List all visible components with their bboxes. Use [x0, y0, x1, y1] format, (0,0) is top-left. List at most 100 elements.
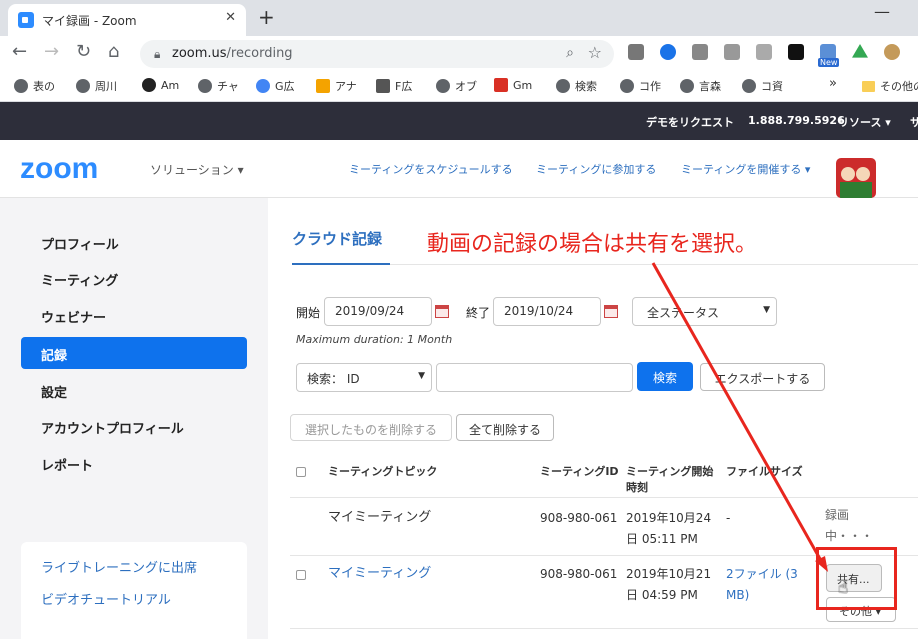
globe-icon	[76, 79, 90, 93]
sidebar-item-recordings[interactable]: 記録	[21, 337, 247, 369]
status-select[interactable]: 全ステータス ▼	[632, 297, 777, 326]
host-meeting-menu[interactable]: ミーティングを開催する ▾	[681, 161, 810, 177]
export-button[interactable]: エクスポートする	[700, 363, 825, 391]
extension-drive-icon[interactable]	[628, 44, 644, 60]
bookmark-item[interactable]: 周川	[76, 78, 117, 94]
home-icon[interactable]: ⌂	[108, 42, 119, 62]
bookmark-item[interactable]: 表の	[14, 78, 55, 94]
globe-icon	[14, 79, 28, 93]
bookmark-item[interactable]: Am	[142, 78, 179, 92]
extension-code-icon[interactable]	[756, 44, 772, 60]
zoom-header: zoom ソリューション ▾ ミーティングをスケジュールする ミーティングに参加…	[0, 140, 918, 198]
bookmarks-more-button[interactable]: »	[829, 76, 837, 91]
browser-tab[interactable]: マイ録画 - Zoom ✕	[8, 4, 246, 36]
globe-icon	[620, 79, 634, 93]
other-bookmarks-folder[interactable]: その他の	[862, 78, 918, 94]
chevron-down-icon: ▼	[418, 371, 425, 381]
back-icon[interactable]: ←	[12, 42, 27, 62]
lock-icon: 🔒︎	[154, 47, 161, 61]
bookmark-item[interactable]: F広	[376, 78, 412, 94]
bookmark-star-icon[interactable]: ☆	[588, 43, 602, 62]
bookmark-item[interactable]: チャ	[198, 78, 239, 94]
extension-blue-circle-icon[interactable]	[660, 44, 676, 60]
select-all-checkbox[interactable]	[296, 467, 306, 477]
browser-tabstrip: マイ録画 - Zoom ✕ + —	[0, 0, 918, 36]
search-button[interactable]: 検索	[637, 362, 693, 391]
row-file-size: -	[726, 511, 731, 525]
bookmark-item[interactable]: 検索	[556, 78, 597, 94]
calendar-icon[interactable]	[604, 305, 618, 318]
bookmarks-bar: 表の 周川 Am チャ G広 アナ F広 オブ Gm 検索 コ作 言森 コ資 »…	[0, 70, 918, 102]
extension-cookie-icon[interactable]	[884, 44, 900, 60]
sidebar-item-settings[interactable]: 設定	[21, 374, 247, 406]
join-meeting-link[interactable]: ミーティングに参加する	[536, 161, 656, 177]
bookmark-item[interactable]: コ資	[742, 78, 783, 94]
table-divider	[290, 497, 918, 498]
tab-divider	[390, 264, 918, 265]
search-type-select[interactable]: 検索： ID ▼	[296, 363, 432, 392]
avatar-face-left	[841, 167, 855, 181]
new-tab-button[interactable]: +	[258, 6, 275, 28]
row-topic-link[interactable]: マイミーティング	[328, 563, 431, 584]
delete-all-button[interactable]: 全て削除する	[456, 414, 554, 441]
row-meeting-id: 908-980-061	[540, 511, 618, 525]
minimize-window-button[interactable]: —	[874, 2, 890, 21]
start-date-field[interactable]: 2019/09/24	[324, 297, 432, 326]
annotation-text: 動画の記録の場合は共有を選択。	[427, 232, 758, 257]
zoom-magnifier-icon[interactable]: ⌕	[566, 45, 574, 61]
live-training-link[interactable]: ライブトレーニングに出席	[41, 557, 197, 576]
extension-page-icon[interactable]	[724, 44, 740, 60]
sidebar-item-account-profile[interactable]: アカウントプロフィール	[21, 410, 247, 442]
bookmark-item[interactable]: 言森	[680, 78, 721, 94]
request-demo-link[interactable]: デモをリクエスト	[646, 114, 734, 130]
extension-play-icon[interactable]	[788, 44, 804, 60]
reload-icon[interactable]: ↻	[76, 42, 91, 62]
bookmark-item[interactable]: アナ	[316, 78, 357, 94]
tab-underline	[292, 263, 390, 265]
sidebar-item-profile[interactable]: プロフィール	[21, 226, 247, 258]
solutions-menu[interactable]: ソリューション ▾	[150, 161, 244, 178]
bookmark-item[interactable]: オブ	[436, 78, 477, 94]
sidebar-item-webinars[interactable]: ウェビナー	[21, 299, 247, 331]
sidebar: プロフィール ミーティング ウェビナー 記録 設定 アカウントプロフィール レポ…	[0, 198, 268, 639]
schedule-meeting-link[interactable]: ミーティングをスケジュールする	[349, 161, 513, 177]
bookmark-item[interactable]: コ作	[620, 78, 661, 94]
support-link[interactable]: サ	[910, 114, 918, 130]
table-divider	[290, 628, 918, 629]
folder-icon	[862, 81, 875, 92]
forward-icon[interactable]: →	[44, 42, 59, 62]
row-file-size-link[interactable]: 2ファイル (3 MB)	[726, 564, 798, 606]
column-header-start-time: ミーティング開始 時刻	[626, 465, 714, 494]
resources-menu[interactable]: リソース ▾	[838, 114, 891, 130]
row-topic: マイミーティング	[328, 510, 432, 525]
row-checkbox[interactable]	[296, 570, 306, 580]
close-tab-icon[interactable]: ✕	[225, 10, 236, 25]
zoom-logo[interactable]: zoom	[20, 152, 98, 186]
column-header-id: ミーティングID	[540, 465, 619, 478]
delete-selected-button[interactable]: 選択したものを削除する	[290, 414, 452, 441]
globe-icon	[198, 79, 212, 93]
sidebar-item-reports[interactable]: レポート	[21, 447, 247, 479]
globe-icon	[436, 79, 450, 93]
extension-chart-icon[interactable]	[692, 44, 708, 60]
max-duration-hint: Maximum duration: 1 Month	[296, 333, 453, 346]
avatar-body	[840, 182, 872, 198]
end-date-label: 終了	[466, 306, 491, 320]
sidebar-help-card: ライブトレーニングに出席 ビデオチュートリアル	[21, 542, 247, 639]
user-avatar[interactable]	[836, 158, 876, 198]
video-tutorial-link[interactable]: ビデオチュートリアル	[41, 589, 171, 608]
row-status: 録画 中・・・	[825, 508, 874, 543]
row-meeting-id: 908-980-061	[540, 567, 618, 581]
extension-drive-triangle-icon[interactable]	[852, 44, 868, 58]
calendar-icon[interactable]	[435, 305, 449, 318]
globe-icon	[742, 79, 756, 93]
address-bar[interactable]: 🔒︎ zoom.us/recording ⌕ ☆	[140, 40, 614, 68]
search-input[interactable]	[436, 363, 633, 392]
annotation-highlight-box	[816, 547, 897, 610]
url-text: zoom.us/recording	[172, 46, 293, 61]
bookmark-item[interactable]: G広	[256, 78, 295, 94]
sidebar-item-meetings[interactable]: ミーティング	[21, 262, 247, 294]
tab-cloud-recordings[interactable]: クラウド記録	[292, 228, 382, 249]
end-date-field[interactable]: 2019/10/24	[493, 297, 601, 326]
bookmark-item[interactable]: Gm	[494, 78, 532, 92]
